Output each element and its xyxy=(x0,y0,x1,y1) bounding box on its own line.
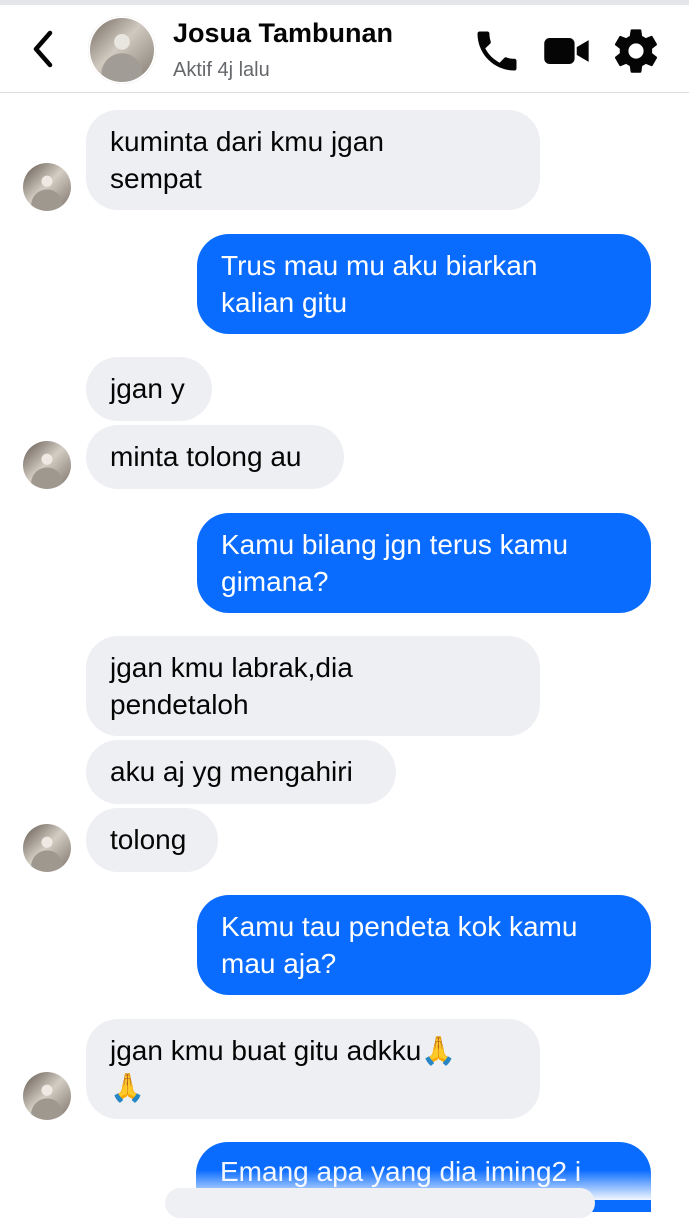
chevron-left-icon[interactable] xyxy=(26,27,60,71)
contact-avatar-small[interactable] xyxy=(23,1072,71,1120)
gear-icon[interactable] xyxy=(610,25,662,77)
chat-header: Josua Tambunan Aktif 4j lalu xyxy=(0,5,689,93)
contact-status: Aktif 4j lalu xyxy=(173,59,270,81)
message-bubble[interactable]: tolong xyxy=(86,808,218,872)
contact-avatar-small[interactable] xyxy=(23,163,71,211)
message-bubble[interactable]: jgan y xyxy=(86,357,212,421)
message-bubble[interactable]: Kamu bilang jgn terus kamu gimana? xyxy=(197,513,651,613)
contact-avatar-small[interactable] xyxy=(23,441,71,489)
contact-avatar[interactable] xyxy=(88,16,156,84)
contact-name[interactable]: Josua Tambunan xyxy=(173,18,393,49)
phone-icon[interactable] xyxy=(470,25,524,77)
message-bubble[interactable]: Trus mau mu aku biarkan kalian gitu xyxy=(197,234,651,334)
video-camera-icon[interactable] xyxy=(540,25,594,77)
message-bubble[interactable]: aku aj yg mengahiri xyxy=(86,740,396,804)
message-bubble[interactable]: jgan kmu labrak,dia pendetaloh xyxy=(86,636,540,736)
message-bubble[interactable]: jgan kmu buat gitu adkku🙏 🙏 xyxy=(86,1019,540,1119)
message-list[interactable]: kuminta dari kmu jgan sempat Trus mau mu… xyxy=(0,93,689,1200)
composer-hint xyxy=(165,1188,595,1218)
contact-avatar-small[interactable] xyxy=(23,824,71,872)
message-bubble[interactable]: Kamu tau pendeta kok kamu mau aja? xyxy=(197,895,651,995)
message-bubble[interactable]: kuminta dari kmu jgan sempat xyxy=(86,110,540,210)
message-bubble[interactable]: minta tolong au xyxy=(86,425,344,489)
